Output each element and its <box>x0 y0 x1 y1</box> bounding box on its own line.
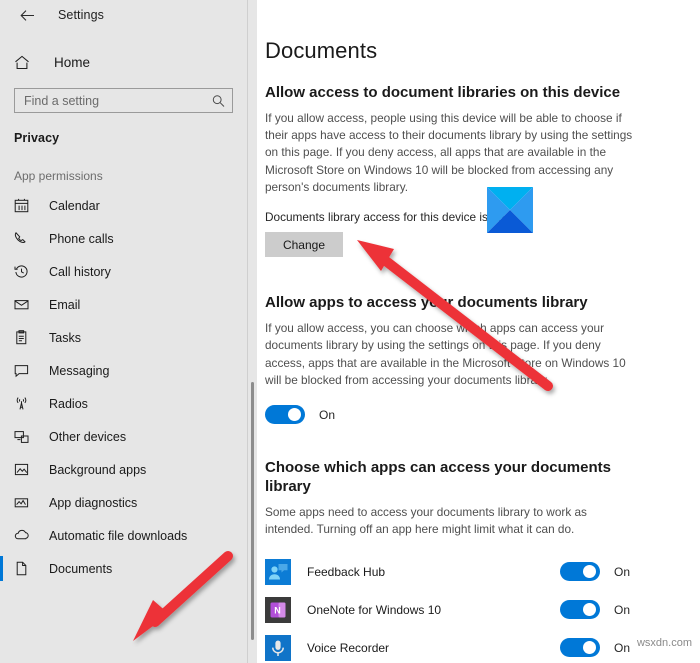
sidebar-item-calendar[interactable]: Calendar <box>0 189 257 222</box>
feedback-hub-icon <box>265 558 291 585</box>
title-bar: Settings <box>0 0 257 30</box>
settings-window: Settings Home Priva <box>0 0 700 663</box>
sidebar-item-label: Calendar <box>49 198 100 213</box>
clipboard-icon <box>14 330 36 345</box>
sidebar-item-phone-calls[interactable]: Phone calls <box>0 222 257 255</box>
app-name: Feedback Hub <box>307 564 386 579</box>
sidebar-item-automatic-file-downloads[interactable]: Automatic file downloads <box>0 519 257 552</box>
apps-access-toggle-row: On <box>265 405 678 425</box>
app-toggle[interactable] <box>560 600 600 620</box>
app-row: N OneNote for Windows 10 On <box>265 591 678 629</box>
selection-indicator <box>0 556 3 581</box>
section-apps-access: Allow apps to access your documents libr… <box>265 294 678 425</box>
window-title: Settings <box>58 8 104 22</box>
app-name: OneNote for Windows 10 <box>307 602 442 617</box>
back-arrow-icon[interactable] <box>14 4 40 26</box>
sidebar-scrollbar-thumb[interactable] <box>251 382 254 640</box>
app-toggle[interactable] <box>560 638 600 658</box>
section-body: If you allow access, you can choose whic… <box>265 321 626 388</box>
page-title: Documents <box>265 38 378 63</box>
section-body: Some apps need to access your documents … <box>265 504 587 537</box>
sidebar-item-label: Documents <box>49 561 113 576</box>
sidebar-item-documents[interactable]: Documents <box>0 552 257 585</box>
toggle-knob <box>288 408 301 422</box>
sidebar-item-messaging[interactable]: Messaging <box>0 354 257 387</box>
toggle-knob <box>583 603 596 617</box>
toggle-knob <box>583 565 596 579</box>
app-toggle-label: On <box>614 602 631 617</box>
app-row: Feedback Hub On <box>265 553 678 591</box>
sidebar-item-label-home: Home <box>54 54 91 70</box>
search-box[interactable] <box>14 88 233 113</box>
sidebar-item-label: Messaging <box>49 363 110 378</box>
section-choose-apps: Choose which apps can access your docume… <box>265 459 678 663</box>
sidebar-item-other-devices[interactable]: Other devices <box>0 420 257 453</box>
sidebar-item-label: App diagnostics <box>49 495 138 510</box>
sidebar-item-email[interactable]: Email <box>0 288 257 321</box>
blue-x-graphic <box>487 187 533 233</box>
devices-icon <box>14 429 36 444</box>
sidebar-item-label: Radios <box>49 396 88 411</box>
section-device-access: Allow access to document libraries on th… <box>265 84 678 258</box>
sidebar-item-home[interactable]: Home <box>0 46 257 78</box>
section-heading: Choose which apps can access your docume… <box>265 459 611 496</box>
app-name: Voice Recorder <box>307 640 390 655</box>
phone-icon <box>14 231 36 246</box>
app-toggle-label: On <box>614 640 631 655</box>
sidebar-item-label: Automatic file downloads <box>49 528 188 543</box>
watermark: wsxdn.com <box>636 637 692 649</box>
sidebar-item-label: Background apps <box>49 462 147 477</box>
home-icon <box>14 55 40 70</box>
sidebar-item-label: Tasks <box>49 330 81 345</box>
sidebar-item-label: Other devices <box>49 429 127 444</box>
sidebar-group-label: App permissions <box>14 169 103 183</box>
sidebar-item-call-history[interactable]: Call history <box>0 255 257 288</box>
sidebar-section-title: Privacy <box>14 131 60 145</box>
onenote-icon: N <box>265 596 291 623</box>
radio-tower-icon <box>14 396 36 411</box>
sidebar-item-label: Call history <box>49 264 111 279</box>
app-toggle[interactable] <box>560 562 600 582</box>
sidebar: Settings Home Priva <box>0 0 257 663</box>
document-icon <box>14 561 36 576</box>
svg-text:N: N <box>274 605 281 615</box>
chat-bubble-icon <box>14 363 36 378</box>
section-heading: Allow apps to access your documents libr… <box>265 294 588 312</box>
change-button[interactable]: Change <box>265 232 343 258</box>
search-icon[interactable] <box>212 94 225 107</box>
envelope-icon <box>14 297 36 312</box>
sidebar-item-tasks[interactable]: Tasks <box>0 321 257 354</box>
voice-recorder-icon <box>265 634 291 661</box>
search-input[interactable] <box>15 89 232 112</box>
apps-access-toggle[interactable] <box>265 405 305 425</box>
device-access-status: Documents library access for this device… <box>265 210 505 225</box>
sidebar-item-background-apps[interactable]: Background apps <box>0 453 257 486</box>
app-permission-list: Feedback Hub On N OneNote for Windows 10… <box>265 553 678 663</box>
cloud-download-icon <box>14 528 36 543</box>
call-history-icon <box>14 264 36 279</box>
apps-access-toggle-label: On <box>319 407 336 422</box>
sidebar-item-app-diagnostics[interactable]: App diagnostics <box>0 486 257 519</box>
calendar-icon <box>14 198 36 213</box>
section-body: If you allow access, people using this d… <box>265 110 633 195</box>
app-toggle-wrap: On <box>560 562 678 582</box>
app-toggle-wrap: On <box>560 600 678 620</box>
app-row: Voice Recorder On <box>265 629 678 663</box>
toggle-knob <box>583 641 596 655</box>
sidebar-item-label: Phone calls <box>49 231 114 246</box>
sidebar-item-label: Email <box>49 297 81 312</box>
sidebar-scrollbar[interactable] <box>247 0 257 663</box>
main-content: Documents Allow access to document libra… <box>257 0 700 663</box>
sidebar-nav-list: Calendar Phone calls Call history Email … <box>0 189 257 585</box>
background-apps-icon <box>14 462 36 477</box>
search-container <box>0 78 257 113</box>
section-heading: Allow access to document libraries on th… <box>265 84 621 101</box>
app-diagnostics-icon <box>14 495 36 510</box>
sidebar-item-radios[interactable]: Radios <box>0 387 257 420</box>
app-toggle-label: On <box>614 564 631 579</box>
